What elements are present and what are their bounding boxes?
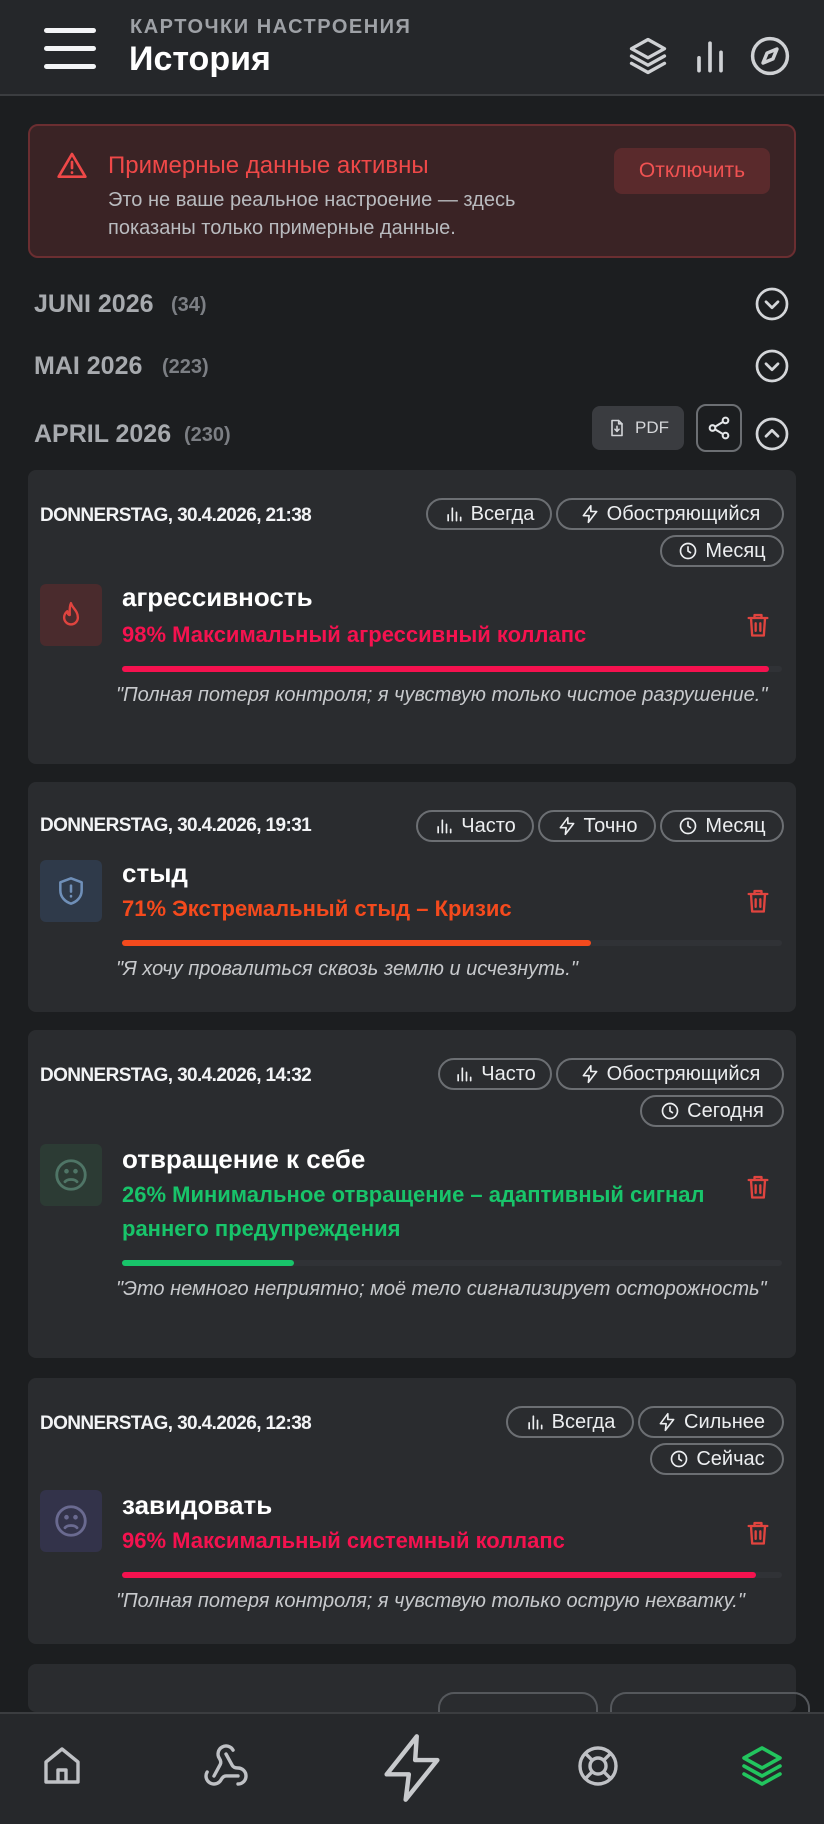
period-chip: Сегодня (640, 1095, 784, 1127)
sad-face-icon (40, 1144, 102, 1206)
trend-chip: Обостряющийся (556, 498, 784, 530)
entry-quote: "Я хочу провалиться сквозь землю и исчез… (116, 958, 578, 980)
sad-face-icon (40, 1490, 102, 1552)
entry-date: DONNERSTAG, 30.4.2026, 21:38 (40, 505, 312, 526)
chip-partial (610, 1692, 810, 1712)
frequency-chip: Всегда (426, 498, 552, 530)
mood-entry-card[interactable] (28, 1664, 810, 1712)
bottom-nav (0, 1712, 824, 1824)
emotion-level: 96% Максимальный системный коллапс (122, 1528, 565, 1553)
disable-sample-button[interactable]: Отключить (614, 148, 770, 194)
entry-date: DONNERSTAG, 30.4.2026, 14:32 (40, 1065, 312, 1086)
period-chip: Сейчас (650, 1443, 784, 1475)
share-button[interactable] (696, 404, 742, 452)
bar-chart-icon (447, 507, 462, 522)
intensity-bar (122, 1572, 782, 1578)
chip-partial (438, 1692, 598, 1712)
share-icon (708, 416, 730, 440)
month-group-mai[interactable]: MAI 2026 (223) (34, 346, 790, 386)
intensity-bar (122, 940, 782, 946)
frequency-chip: Часто (416, 810, 534, 842)
frequency-chip: Всегда (506, 1406, 634, 1438)
month-count: (230) (184, 424, 231, 446)
lightning-icon[interactable] (374, 1728, 450, 1808)
trend-chip: Точно (538, 810, 656, 842)
shield-alert-icon (40, 860, 102, 922)
file-download-icon (611, 419, 623, 437)
entry-date: DONNERSTAG, 30.4.2026, 19:31 (40, 815, 312, 836)
mood-entry-card[interactable]: DONNERSTAG, 30.4.2026, 14:32 Часто Обост… (28, 1030, 796, 1358)
bar-chart-icon (457, 1067, 472, 1082)
trend-chip: Обостряющийся (556, 1058, 784, 1090)
app-header: КАРТОЧКИ НАСТРОЕНИЯ История (0, 0, 824, 96)
month-count: (34) (171, 294, 207, 316)
clock-icon (680, 817, 697, 835)
trash-icon[interactable] (744, 610, 772, 640)
warning-icon (56, 150, 88, 182)
entry-quote: "Полная потеря контроля; я чувствую толь… (116, 1590, 745, 1612)
emotion-name: завидовать (122, 1490, 273, 1520)
intensity-bar-fill (122, 940, 591, 946)
mood-entry-card[interactable]: DONNERSTAG, 30.4.2026, 19:31 Часто Точно… (28, 782, 796, 1012)
mood-entry-card[interactable]: DONNERSTAG, 30.4.2026, 12:38 Всегда Силь… (28, 1378, 796, 1644)
emotion-level: 98% Максимальный агрессивный коллапс (122, 622, 587, 647)
intensity-bar-fill (122, 1260, 294, 1266)
entry-quote: "Полная потеря контроля; я чувствую толь… (116, 684, 768, 706)
pdf-label: PDF (635, 418, 669, 437)
bar-chart-icon[interactable] (688, 34, 732, 78)
trend-chip: Сильнее (638, 1406, 784, 1438)
month-count: (223) (162, 356, 209, 378)
layers-icon[interactable] (626, 34, 670, 78)
pdf-export-button[interactable]: PDF (592, 406, 684, 450)
compass-icon[interactable] (748, 34, 792, 78)
lifebuoy-icon[interactable] (574, 1742, 622, 1790)
intensity-bar-fill (122, 1572, 756, 1578)
chevron-up-icon[interactable] (754, 416, 790, 452)
entry-quote: "Это немного неприятно; моё тело сигнали… (116, 1278, 767, 1300)
bar-chart-icon (437, 819, 452, 834)
month-group-april: APRIL 2026 (230) PDF (34, 404, 790, 454)
chevron-down-icon[interactable] (754, 348, 790, 384)
clock-icon (671, 1450, 688, 1468)
page-title: История (129, 40, 271, 78)
month-name: JUNI 2026 (34, 290, 154, 318)
header-subtitle: КАРТОЧКИ НАСТРОЕНИЯ (130, 16, 412, 38)
layers-icon[interactable] (738, 1742, 786, 1790)
trash-icon[interactable] (744, 1172, 772, 1202)
frequency-chip: Часто (438, 1058, 552, 1090)
banner-text: Это не ваше реальное настроение — здесь … (108, 189, 516, 239)
emotion-name: отвращение к себе (122, 1144, 366, 1174)
month-group-juni[interactable]: JUNI 2026 (34) (34, 284, 790, 324)
lightning-icon (659, 1412, 675, 1432)
trash-icon[interactable] (744, 886, 772, 916)
flame-icon (40, 584, 102, 646)
intensity-bar-fill (122, 666, 769, 672)
month-name: MAI 2026 (34, 352, 143, 380)
mood-entry-card[interactable]: DONNERSTAG, 30.4.2026, 21:38 Всегда Обос… (28, 470, 796, 764)
menu-button[interactable] (40, 26, 100, 72)
intensity-bar (122, 666, 782, 672)
emotion-level: 26% Минимальное отвращение – адаптивный … (122, 1182, 705, 1241)
home-icon[interactable] (38, 1742, 86, 1790)
period-chip: Месяц (660, 535, 784, 567)
trash-icon[interactable] (744, 1518, 772, 1548)
emotion-name: агрессивность (122, 582, 313, 612)
banner-title: Примерные данные активны (108, 152, 429, 179)
lightning-icon (582, 1064, 598, 1084)
month-name: APRIL 2026 (34, 420, 172, 448)
bar-chart-icon (528, 1415, 543, 1430)
period-chip: Месяц (660, 810, 784, 842)
lightning-icon (582, 504, 598, 524)
chevron-down-icon[interactable] (754, 286, 790, 322)
clock-icon (680, 542, 697, 560)
lightning-icon (559, 816, 574, 836)
webhook-icon[interactable] (202, 1742, 250, 1790)
intensity-bar (122, 1260, 782, 1266)
clock-icon (661, 1102, 679, 1120)
emotion-name: стыд (122, 858, 188, 888)
sample-data-banner: Примерные данные активны Это не ваше реа… (28, 124, 796, 258)
emotion-level: 71% Экстремальный стыд – Кризис (122, 896, 512, 921)
entry-date: DONNERSTAG, 30.4.2026, 12:38 (40, 1413, 312, 1434)
